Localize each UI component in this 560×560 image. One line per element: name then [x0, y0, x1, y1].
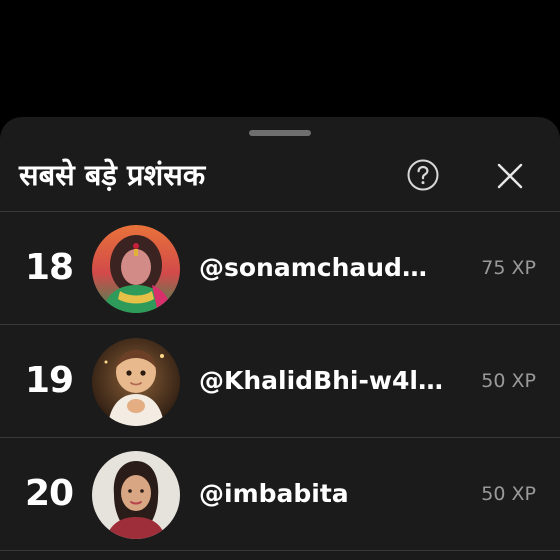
fan-row[interactable]: 20 @imbabita 50 XP: [0, 438, 560, 550]
fan-username[interactable]: @KhalidBhi-w4l7n: [199, 325, 444, 437]
sheet-title: सबसे बड़े प्रशंसक: [19, 158, 206, 192]
fan-row[interactable]: 19 @KhalidBhi-w4l7n 50 XP: [0, 325, 560, 437]
help-button[interactable]: [404, 156, 442, 194]
avatar[interactable]: [92, 338, 180, 426]
fan-row[interactable]: 18 @sonamchaudh… 75 XP: [0, 212, 560, 324]
fan-rank: 20: [24, 473, 74, 514]
fan-rank: 19: [24, 360, 74, 401]
help-circle-icon: [407, 159, 439, 191]
close-icon: [497, 163, 523, 189]
fan-xp: 50 XP: [481, 483, 536, 505]
fan-username[interactable]: @sonamchaudh…: [199, 212, 444, 324]
fan-username[interactable]: @imbabita: [199, 438, 444, 550]
top-fans-sheet: सबसे बड़े प्रशंसक 18 @sonamchaudh… 75 XP…: [0, 117, 560, 560]
avatar[interactable]: [92, 225, 180, 313]
row-divider: [0, 550, 560, 551]
avatar[interactable]: [92, 451, 180, 539]
drag-handle[interactable]: [249, 130, 311, 136]
close-button[interactable]: [490, 156, 530, 196]
fan-xp: 50 XP: [481, 370, 536, 392]
fan-xp: 75 XP: [481, 257, 536, 279]
fan-rank: 18: [24, 247, 74, 288]
